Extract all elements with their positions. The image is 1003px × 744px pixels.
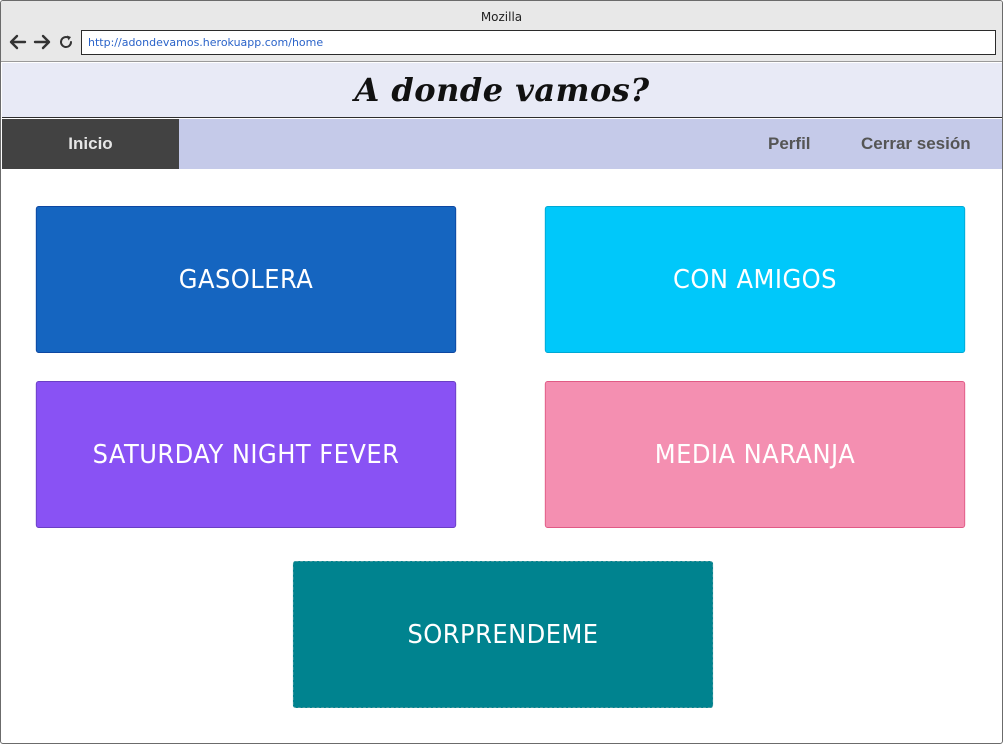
category-card-sorprendeme[interactable]: SORPRENDEME [292,561,714,708]
back-button[interactable] [8,32,28,52]
nav-item-cerrar-sesion[interactable]: Cerrar sesión [861,119,971,169]
arrow-right-icon [33,34,51,50]
category-card-con-amigos[interactable]: CON AMIGOS [544,206,966,353]
nav-item-inicio[interactable]: Inicio [2,119,179,169]
site-header: A donde vamos? [2,63,1002,118]
card-label: SATURDAY NIGHT FEVER [92,439,400,470]
arrow-left-icon [9,34,27,50]
url-bar[interactable]: http://adondevamos.herokuapp.com/home [81,30,996,55]
card-label: CON AMIGOS [673,264,837,295]
browser-chrome: Mozilla http://adondevamos.herokuapp.com… [1,1,1002,62]
card-label: GASOLERA [178,264,314,295]
reload-button[interactable] [56,32,76,52]
category-card-media-naranja[interactable]: MEDIA NARANJA [544,381,966,528]
page-title: A donde vamos? [354,71,650,109]
card-label: MEDIA NARANJA [654,439,856,470]
nav-item-perfil[interactable]: Perfil [768,119,811,169]
reload-icon [60,35,73,48]
card-label: SORPRENDEME [407,619,599,650]
navbar: Inicio Perfil Cerrar sesión [2,119,1002,169]
category-card-gasolera[interactable]: GASOLERA [35,206,457,353]
forward-button[interactable] [32,32,52,52]
category-card-saturday-night-fever[interactable]: SATURDAY NIGHT FEVER [35,381,457,528]
window-title: Mozilla [480,10,523,24]
browser-window: Mozilla http://adondevamos.herokuapp.com… [0,0,1003,744]
